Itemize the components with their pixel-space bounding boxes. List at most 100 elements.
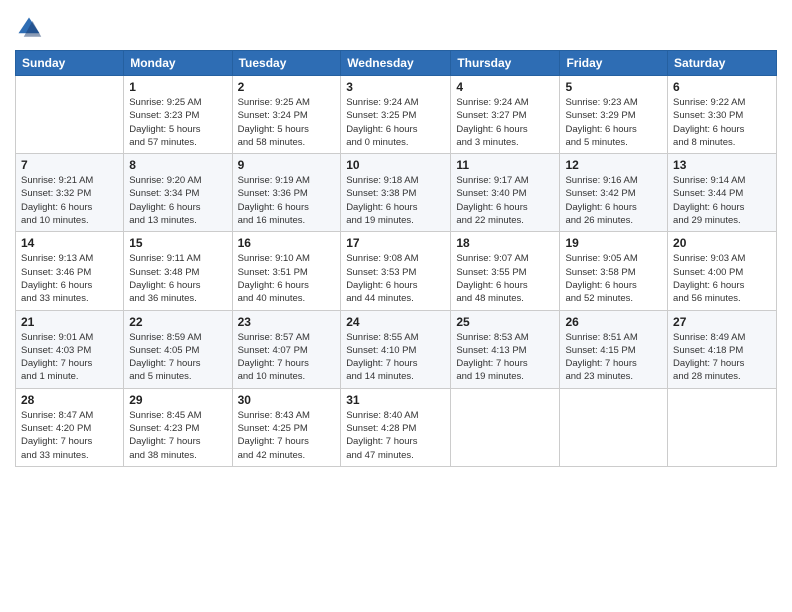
- calendar-cell: 18Sunrise: 9:07 AM Sunset: 3:55 PM Dayli…: [451, 232, 560, 310]
- weekday-header-wednesday: Wednesday: [341, 51, 451, 76]
- day-number: 11: [456, 158, 554, 172]
- day-info: Sunrise: 9:20 AM Sunset: 3:34 PM Dayligh…: [129, 174, 226, 227]
- calendar-cell: 30 Sunrise: 8:43 AM Sunset: 4:25 PM Dayli…: [232, 388, 341, 466]
- day-number: 18: [456, 236, 554, 250]
- calendar-cell: 4Sunrise: 9:24 AM Sunset: 3:27 PM Daylig…: [451, 76, 560, 154]
- calendar-cell: 20 Sunrise: 9:03 AM Sunset: 4:00 PM Dayli…: [668, 232, 777, 310]
- calendar-cell: 29 Sunrise: 8:45 AM Sunset: 4:23 PM Dayli…: [124, 388, 232, 466]
- page: SundayMondayTuesdayWednesdayThursdayFrid…: [0, 0, 792, 612]
- day-number: 23: [238, 315, 336, 329]
- day-info: Sunrise: 9:19 AM Sunset: 3:36 PM Dayligh…: [238, 174, 336, 227]
- day-info: Sunrise: 8:45 AM Sunset: 4:23 PM Dayligh…: [129, 409, 226, 462]
- calendar-cell: 24Sunrise: 8:55 AM Sunset: 4:10 PM Dayli…: [341, 310, 451, 388]
- day-number: 13: [673, 158, 771, 172]
- day-number: 6: [673, 80, 771, 94]
- day-number: 4: [456, 80, 554, 94]
- day-number: 5: [565, 80, 662, 94]
- calendar-cell: 15Sunrise: 9:11 AM Sunset: 3:48 PM Dayli…: [124, 232, 232, 310]
- day-info: Sunrise: 8:53 AM Sunset: 4:13 PM Dayligh…: [456, 331, 554, 384]
- day-info: Sunrise: 8:59 AM Sunset: 4:05 PM Dayligh…: [129, 331, 226, 384]
- calendar-cell: [560, 388, 668, 466]
- calendar-week-row: 21 Sunrise: 9:01 AM Sunset: 4:03 PM Dayli…: [16, 310, 777, 388]
- day-info: Sunrise: 9:16 AM Sunset: 3:42 PM Dayligh…: [565, 174, 662, 227]
- day-info: Sunrise: 8:43 AM Sunset: 4:25 PM Dayligh…: [238, 409, 336, 462]
- day-number: 17: [346, 236, 445, 250]
- calendar-week-row: 14 Sunrise: 9:13 AM Sunset: 3:46 PM Dayli…: [16, 232, 777, 310]
- weekday-header-monday: Monday: [124, 51, 232, 76]
- calendar-cell: 17 Sunrise: 9:08 AM Sunset: 3:53 PM Dayli…: [341, 232, 451, 310]
- day-number: 1: [129, 80, 226, 94]
- calendar-cell: 7 Sunrise: 9:21 AM Sunset: 3:32 PM Daylig…: [16, 154, 124, 232]
- day-info: Sunrise: 9:05 AM Sunset: 3:58 PM Dayligh…: [565, 252, 662, 305]
- calendar-cell: 27 Sunrise: 8:49 AM Sunset: 4:18 PM Dayli…: [668, 310, 777, 388]
- day-info: Sunrise: 8:51 AM Sunset: 4:15 PM Dayligh…: [565, 331, 662, 384]
- day-info: Sunrise: 8:49 AM Sunset: 4:18 PM Dayligh…: [673, 331, 771, 384]
- calendar-cell: 5 Sunrise: 9:23 AM Sunset: 3:29 PM Daylig…: [560, 76, 668, 154]
- day-info: Sunrise: 9:25 AM Sunset: 3:23 PM Dayligh…: [129, 96, 226, 149]
- calendar-cell: 21 Sunrise: 9:01 AM Sunset: 4:03 PM Dayli…: [16, 310, 124, 388]
- header: [15, 10, 777, 42]
- calendar-cell: 22Sunrise: 8:59 AM Sunset: 4:05 PM Dayli…: [124, 310, 232, 388]
- day-info: Sunrise: 9:17 AM Sunset: 3:40 PM Dayligh…: [456, 174, 554, 227]
- day-info: Sunrise: 8:55 AM Sunset: 4:10 PM Dayligh…: [346, 331, 445, 384]
- day-number: 9: [238, 158, 336, 172]
- day-info: Sunrise: 9:22 AM Sunset: 3:30 PM Dayligh…: [673, 96, 771, 149]
- calendar-cell: 12 Sunrise: 9:16 AM Sunset: 3:42 PM Dayli…: [560, 154, 668, 232]
- day-info: Sunrise: 9:14 AM Sunset: 3:44 PM Dayligh…: [673, 174, 771, 227]
- calendar-cell: 2 Sunrise: 9:25 AM Sunset: 3:24 PM Daylig…: [232, 76, 341, 154]
- day-number: 7: [21, 158, 118, 172]
- day-number: 21: [21, 315, 118, 329]
- day-info: Sunrise: 9:18 AM Sunset: 3:38 PM Dayligh…: [346, 174, 445, 227]
- day-number: 19: [565, 236, 662, 250]
- day-number: 8: [129, 158, 226, 172]
- day-info: Sunrise: 9:08 AM Sunset: 3:53 PM Dayligh…: [346, 252, 445, 305]
- day-number: 25: [456, 315, 554, 329]
- day-number: 28: [21, 393, 118, 407]
- calendar-cell: [451, 388, 560, 466]
- calendar-table: SundayMondayTuesdayWednesdayThursdayFrid…: [15, 50, 777, 467]
- calendar-cell: 10 Sunrise: 9:18 AM Sunset: 3:38 PM Dayli…: [341, 154, 451, 232]
- calendar-header-row: SundayMondayTuesdayWednesdayThursdayFrid…: [16, 51, 777, 76]
- day-number: 16: [238, 236, 336, 250]
- day-info: Sunrise: 9:25 AM Sunset: 3:24 PM Dayligh…: [238, 96, 336, 149]
- calendar-cell: 26 Sunrise: 8:51 AM Sunset: 4:15 PM Dayli…: [560, 310, 668, 388]
- day-number: 12: [565, 158, 662, 172]
- day-number: 26: [565, 315, 662, 329]
- day-info: Sunrise: 9:23 AM Sunset: 3:29 PM Dayligh…: [565, 96, 662, 149]
- day-number: 20: [673, 236, 771, 250]
- calendar-cell: 16 Sunrise: 9:10 AM Sunset: 3:51 PM Dayli…: [232, 232, 341, 310]
- calendar-cell: 19 Sunrise: 9:05 AM Sunset: 3:58 PM Dayli…: [560, 232, 668, 310]
- calendar-cell: [668, 388, 777, 466]
- day-info: Sunrise: 9:21 AM Sunset: 3:32 PM Dayligh…: [21, 174, 118, 227]
- logo: [15, 14, 47, 42]
- day-number: 10: [346, 158, 445, 172]
- calendar-cell: 3Sunrise: 9:24 AM Sunset: 3:25 PM Daylig…: [341, 76, 451, 154]
- calendar-cell: 11 Sunrise: 9:17 AM Sunset: 3:40 PM Dayli…: [451, 154, 560, 232]
- calendar-cell: [16, 76, 124, 154]
- calendar-cell: 23Sunrise: 8:57 AM Sunset: 4:07 PM Dayli…: [232, 310, 341, 388]
- calendar-week-row: 7 Sunrise: 9:21 AM Sunset: 3:32 PM Daylig…: [16, 154, 777, 232]
- day-info: Sunrise: 9:01 AM Sunset: 4:03 PM Dayligh…: [21, 331, 118, 384]
- calendar-cell: 9 Sunrise: 9:19 AM Sunset: 3:36 PM Daylig…: [232, 154, 341, 232]
- calendar-cell: 25 Sunrise: 8:53 AM Sunset: 4:13 PM Dayli…: [451, 310, 560, 388]
- day-info: Sunrise: 9:10 AM Sunset: 3:51 PM Dayligh…: [238, 252, 336, 305]
- day-number: 30: [238, 393, 336, 407]
- calendar-cell: 13 Sunrise: 9:14 AM Sunset: 3:44 PM Dayli…: [668, 154, 777, 232]
- day-number: 31: [346, 393, 445, 407]
- day-info: Sunrise: 8:47 AM Sunset: 4:20 PM Dayligh…: [21, 409, 118, 462]
- day-number: 14: [21, 236, 118, 250]
- day-info: Sunrise: 9:13 AM Sunset: 3:46 PM Dayligh…: [21, 252, 118, 305]
- calendar-cell: 14 Sunrise: 9:13 AM Sunset: 3:46 PM Dayli…: [16, 232, 124, 310]
- day-info: Sunrise: 9:24 AM Sunset: 3:25 PM Dayligh…: [346, 96, 445, 149]
- day-number: 2: [238, 80, 336, 94]
- calendar-week-row: 1 Sunrise: 9:25 AM Sunset: 3:23 PM Daylig…: [16, 76, 777, 154]
- day-number: 29: [129, 393, 226, 407]
- logo-icon: [15, 14, 43, 42]
- calendar-cell: 31Sunrise: 8:40 AM Sunset: 4:28 PM Dayli…: [341, 388, 451, 466]
- day-number: 27: [673, 315, 771, 329]
- weekday-header-saturday: Saturday: [668, 51, 777, 76]
- calendar-cell: 28 Sunrise: 8:47 AM Sunset: 4:20 PM Dayli…: [16, 388, 124, 466]
- calendar-week-row: 28 Sunrise: 8:47 AM Sunset: 4:20 PM Dayli…: [16, 388, 777, 466]
- day-info: Sunrise: 9:03 AM Sunset: 4:00 PM Dayligh…: [673, 252, 771, 305]
- day-info: Sunrise: 9:11 AM Sunset: 3:48 PM Dayligh…: [129, 252, 226, 305]
